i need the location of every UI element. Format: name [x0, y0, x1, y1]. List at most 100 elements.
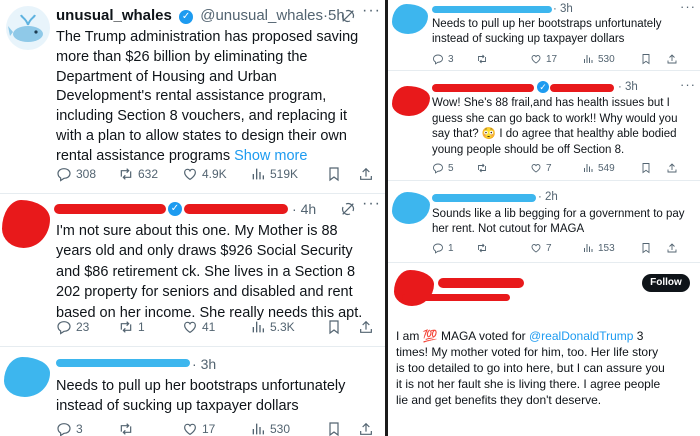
author-handle[interactable]: @unusual_whales: [200, 7, 323, 24]
tweet-header: unusual_whales ✓ @unusual_whales·5h: [56, 7, 345, 24]
more-options-icon[interactable]: ···: [680, 0, 696, 14]
like-count: 4.9K: [202, 167, 227, 181]
like-count: 17: [546, 53, 558, 65]
views-button[interactable]: 519K: [250, 166, 298, 182]
grok-icon[interactable]: [340, 8, 356, 29]
like-button[interactable]: 7: [530, 162, 552, 174]
mention-link[interactable]: @realDonaldTrump: [529, 329, 633, 343]
tweet-line: including Section 8 vouchers, and replac…: [56, 108, 347, 125]
tweet-line: Needs to pull up her bootstraps unfortun…: [56, 378, 346, 394]
repost-count: 632: [138, 167, 159, 181]
share-icon: [358, 421, 374, 436]
views-button[interactable]: 153: [582, 242, 615, 254]
like-button[interactable]: 7: [530, 242, 552, 254]
like-button[interactable]: 17: [182, 421, 215, 436]
share-icon: [358, 166, 374, 182]
avatar[interactable]: [6, 6, 50, 50]
like-icon: [530, 53, 542, 65]
like-button[interactable]: 4.9K: [182, 166, 227, 182]
bookmark-button[interactable]: [326, 319, 342, 335]
like-button[interactable]: 17: [530, 53, 557, 65]
share-button[interactable]: [358, 319, 374, 335]
tweet-line: I'm not sure about this one. My Mother i…: [56, 223, 338, 239]
tweet-line: lie and get benefits they don't deserve.: [396, 393, 602, 407]
tweet-line: Needs to pull up her bootstraps unfortun…: [432, 18, 662, 30]
reply-icon: [56, 421, 72, 436]
follow-button[interactable]: Follow: [642, 274, 690, 292]
repost-button[interactable]: [476, 53, 488, 65]
reply-icon: [432, 53, 444, 65]
share-button[interactable]: [666, 242, 678, 254]
redacted-avatar: [392, 86, 430, 116]
views-count: 153: [598, 242, 615, 254]
bookmark-button[interactable]: [326, 421, 342, 436]
repost-button[interactable]: [476, 162, 488, 174]
repost-button[interactable]: 632: [118, 166, 158, 182]
repost-count: 1: [138, 320, 145, 334]
repost-button[interactable]: [118, 421, 134, 436]
reply-button[interactable]: 1: [432, 242, 454, 254]
like-button[interactable]: 41: [182, 319, 215, 335]
reply-count: 308: [76, 167, 97, 181]
tweet-reply-bootstraps[interactable]: · 3h ··· Needs to pull up her bootstraps…: [388, 0, 700, 71]
timestamp[interactable]: 3h: [201, 356, 217, 372]
repost-icon: [118, 166, 134, 182]
tweet-line: The Trump administration has proposed sa…: [56, 29, 359, 45]
tweet-reply-lib[interactable]: · 2h Sounds like a lib begging for a gov…: [388, 182, 700, 263]
tweet-reply-mother[interactable]: ✓ · 4h ··· I'm not sure about this one. …: [0, 194, 385, 347]
views-button[interactable]: 5.3K: [250, 319, 295, 335]
verified-badge-icon: ✓: [168, 202, 182, 216]
bookmark-button[interactable]: [640, 242, 652, 254]
share-button[interactable]: [358, 166, 374, 182]
tweet-line: years old and only draws $926 Social Sec…: [56, 243, 353, 260]
reply-count: 5: [448, 162, 454, 174]
author-name[interactable]: unusual_whales: [56, 7, 172, 24]
timestamp[interactable]: 3h: [560, 3, 573, 15]
bookmark-button[interactable]: [640, 162, 652, 174]
like-icon: [182, 421, 198, 436]
reply-button[interactable]: 23: [56, 319, 89, 335]
more-options-icon[interactable]: ···: [362, 2, 381, 20]
repost-button[interactable]: [476, 242, 488, 254]
tweet-line: more than $26 billion by eliminating the: [56, 48, 308, 65]
reply-button[interactable]: 3: [56, 421, 83, 436]
redacted-avatar: [4, 357, 50, 397]
repost-button[interactable]: 1: [118, 319, 145, 335]
show-more-link[interactable]: Show more: [234, 148, 307, 164]
timestamp[interactable]: 2h: [545, 191, 558, 203]
tweet-unusual-whales[interactable]: unusual_whales ✓ @unusual_whales·5h ··· …: [0, 0, 385, 194]
share-button[interactable]: [666, 162, 678, 174]
redacted-name: [432, 194, 536, 202]
reply-button[interactable]: 5: [432, 162, 454, 174]
views-count: 530: [598, 53, 615, 65]
reply-icon: [432, 162, 444, 174]
tweet-reply-maga[interactable]: Follow I am 💯 MAGA voted for @realDonald…: [388, 264, 700, 436]
views-button[interactable]: 530: [250, 421, 290, 436]
tweet-reply-wow[interactable]: ✓ · 3h ··· Wow! She's 88 frail,and has h…: [388, 72, 700, 181]
share-button[interactable]: [358, 421, 374, 436]
share-icon: [666, 242, 678, 254]
reply-button[interactable]: 3: [432, 53, 454, 65]
views-button[interactable]: 530: [582, 53, 615, 65]
like-icon: [182, 319, 198, 335]
share-button[interactable]: [666, 53, 678, 65]
views-button[interactable]: 549: [582, 162, 615, 174]
bookmark-button[interactable]: [326, 166, 342, 182]
more-options-icon[interactable]: ···: [680, 77, 696, 92]
redacted-name: [432, 6, 552, 13]
bookmark-button[interactable]: [640, 53, 652, 65]
tweet-line: say that? 😳 I do agree that healthy able…: [432, 128, 677, 141]
timestamp[interactable]: 3h: [625, 81, 638, 93]
reply-button[interactable]: 308: [56, 166, 96, 182]
tweet-line: is too detailed to go into here, but I c…: [396, 361, 665, 375]
left-screenshot: unusual_whales ✓ @unusual_whales·5h ··· …: [0, 0, 385, 436]
tweet-reply-bootstraps[interactable]: · 3h Needs to pull up her bootstraps unf…: [0, 347, 385, 436]
grok-icon[interactable]: [340, 201, 356, 222]
more-options-icon[interactable]: ···: [362, 195, 381, 213]
repost-icon: [118, 421, 134, 436]
timestamp[interactable]: 4h: [301, 201, 317, 217]
tweet-text-segment: 3: [633, 329, 644, 343]
reply-count: 23: [76, 320, 90, 334]
repost-icon: [476, 242, 488, 254]
views-icon: [250, 421, 266, 436]
